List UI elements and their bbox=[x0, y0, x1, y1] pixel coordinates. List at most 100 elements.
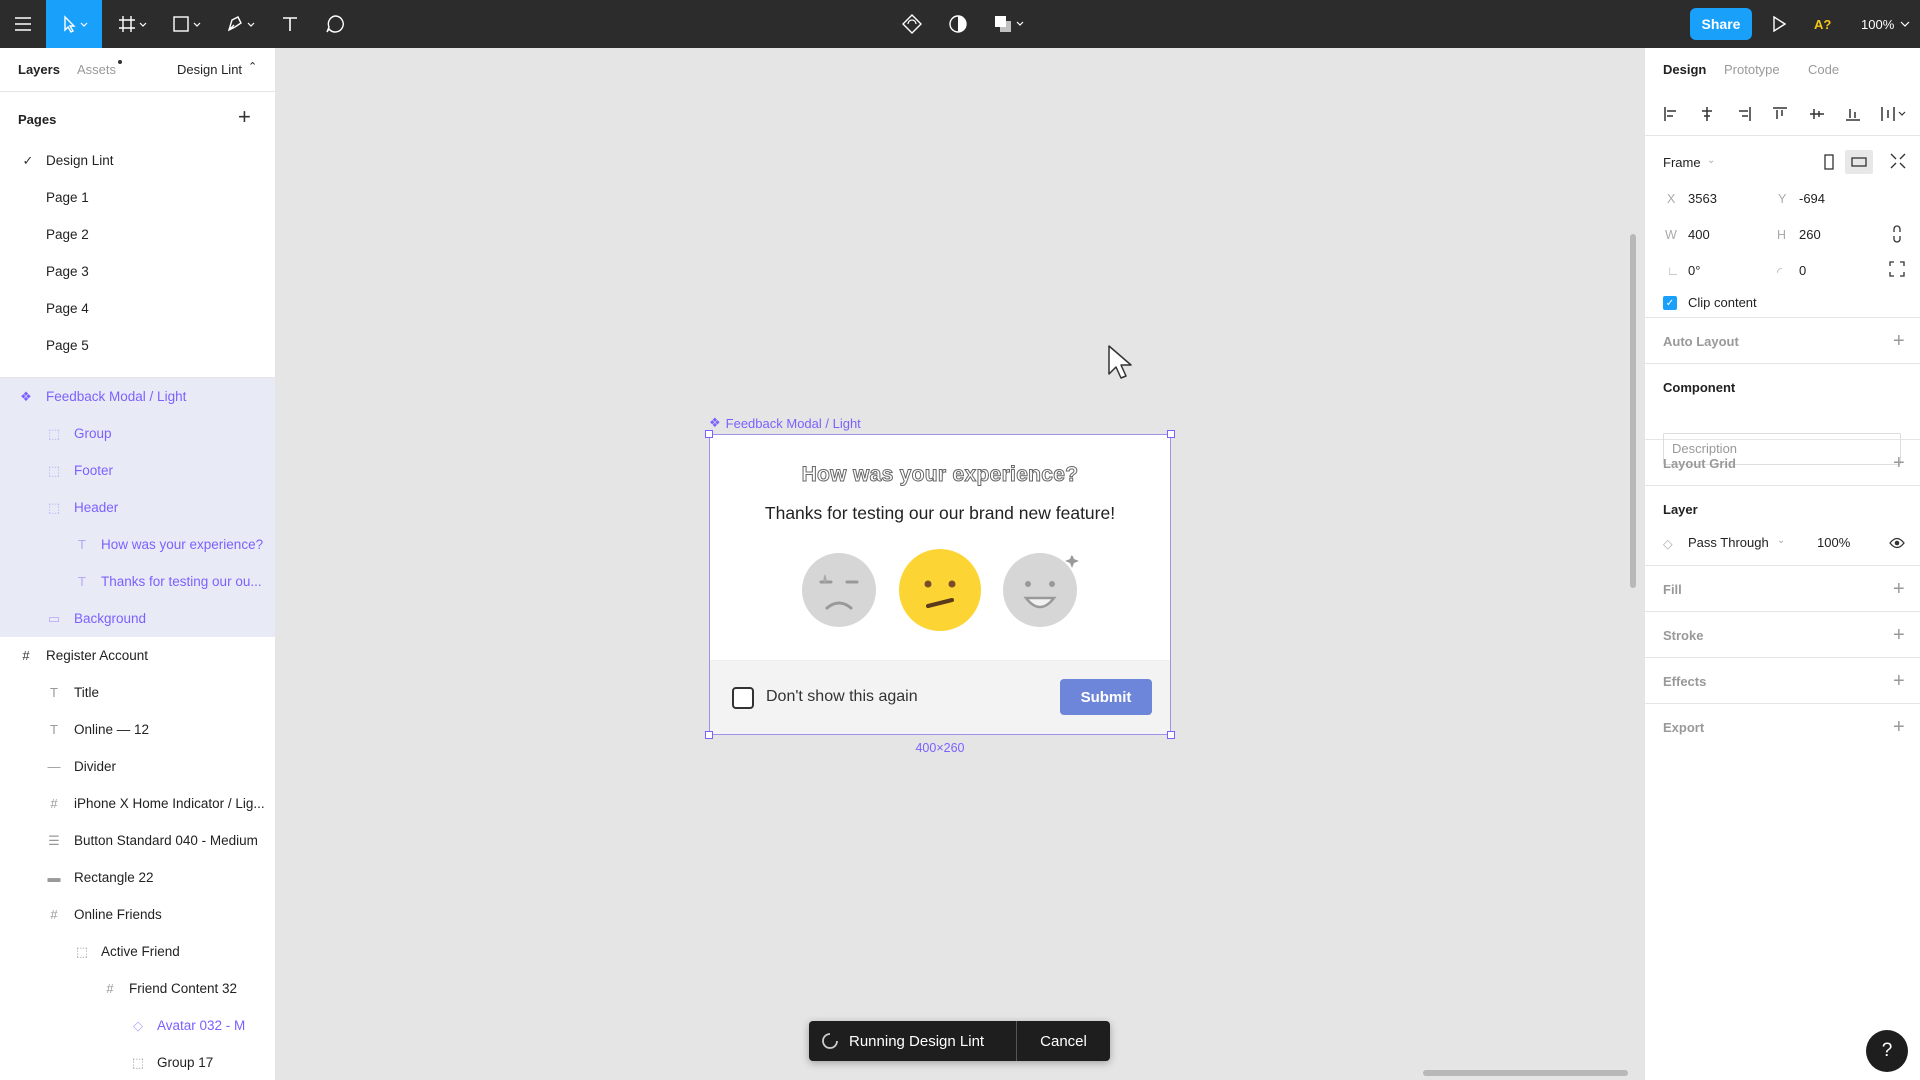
add-auto-layout-plus-icon[interactable]: + bbox=[1893, 331, 1905, 351]
align-left-icon[interactable] bbox=[1661, 104, 1681, 124]
tab-layers[interactable]: Layers bbox=[18, 62, 60, 77]
portrait-icon[interactable] bbox=[1815, 150, 1843, 174]
horizontal-scrollbar[interactable] bbox=[1423, 1070, 1628, 1076]
layer-title[interactable]: T Title bbox=[0, 674, 275, 711]
frame-name-label[interactable]: ❖ Feedback Modal / Light bbox=[709, 415, 861, 431]
blend-mode-dropdown[interactable]: Pass Through bbox=[1688, 535, 1769, 550]
rotation-input[interactable]: 0° bbox=[1688, 263, 1700, 278]
page-item-page-5[interactable]: Page 5 bbox=[0, 327, 275, 364]
page-item-page-1[interactable]: Page 1 bbox=[0, 179, 275, 216]
layer-iphone-indicator[interactable]: # iPhone X Home Indicator / Lig... bbox=[0, 785, 275, 822]
clip-content-checkbox[interactable]: ✓ bbox=[1663, 296, 1677, 310]
pen-tool-button[interactable] bbox=[220, 0, 264, 48]
page-item-page-3[interactable]: Page 3 bbox=[0, 253, 275, 290]
zoom-dropdown[interactable]: 100% bbox=[1861, 0, 1911, 48]
tab-design[interactable]: Design bbox=[1663, 62, 1706, 77]
align-top-icon[interactable] bbox=[1770, 104, 1790, 124]
layer-friend-content[interactable]: # Friend Content 32 bbox=[0, 970, 275, 1007]
shape-tool-button[interactable] bbox=[166, 0, 210, 48]
frame-tool-button[interactable] bbox=[112, 0, 156, 48]
page-dropdown[interactable]: Design Lint bbox=[177, 62, 242, 77]
help-button[interactable]: ? bbox=[1866, 1030, 1908, 1072]
layer-rectangle-22[interactable]: ▬ Rectangle 22 bbox=[0, 859, 275, 896]
resize-handle-bottom-left[interactable] bbox=[705, 731, 713, 739]
w-input[interactable]: 400 bbox=[1688, 227, 1710, 242]
page-item-page-4[interactable]: Page 4 bbox=[0, 290, 275, 327]
blend-mode-icon: ◇ bbox=[1663, 537, 1673, 551]
align-bottom-icon[interactable] bbox=[1843, 104, 1863, 124]
sad-face-icon[interactable] bbox=[801, 552, 877, 628]
layer-register-account[interactable]: # Register Account bbox=[0, 637, 275, 674]
h-input[interactable]: 260 bbox=[1799, 227, 1821, 242]
tab-assets[interactable]: Assets bbox=[77, 62, 116, 77]
layer-text-title[interactable]: T How was your experience? bbox=[0, 526, 275, 563]
layer-button-standard[interactable]: ☰ Button Standard 040 - Medium bbox=[0, 822, 275, 859]
text-tool-button[interactable] bbox=[276, 0, 304, 48]
layer-background[interactable]: ▭ Background bbox=[0, 600, 275, 637]
align-right-icon[interactable] bbox=[1734, 104, 1754, 124]
y-input[interactable]: -694 bbox=[1799, 191, 1825, 206]
contrast-icon[interactable] bbox=[944, 0, 972, 48]
cancel-lint-button[interactable]: Cancel bbox=[1017, 1033, 1110, 1050]
layer-group-17[interactable]: ⬚ Group 17 bbox=[0, 1044, 275, 1080]
add-page-plus-icon[interactable]: + bbox=[238, 106, 251, 128]
component-swap-icon[interactable] bbox=[898, 0, 926, 48]
chevron-up-icon[interactable]: ⌃ bbox=[248, 60, 257, 73]
page-item-page-2[interactable]: Page 2 bbox=[0, 216, 275, 253]
independent-corners-icon[interactable] bbox=[1889, 261, 1905, 280]
eye-icon[interactable] bbox=[1889, 536, 1905, 552]
layer-header[interactable]: ⬚ Header bbox=[0, 489, 275, 526]
layer-online-friends[interactable]: # Online Friends bbox=[0, 896, 275, 933]
resize-handle-top-right[interactable] bbox=[1167, 430, 1175, 438]
layer-group[interactable]: ⬚ Group bbox=[0, 415, 275, 452]
add-effect-plus-icon[interactable]: + bbox=[1893, 671, 1905, 691]
layer-feedback-modal[interactable]: ❖ Feedback Modal / Light bbox=[0, 378, 275, 415]
comment-tool-button[interactable] bbox=[320, 0, 350, 48]
layer-label: Divider bbox=[74, 759, 117, 774]
layer-active-friend[interactable]: ⬚ Active Friend bbox=[0, 933, 275, 970]
tab-prototype[interactable]: Prototype bbox=[1724, 62, 1780, 77]
add-export-plus-icon[interactable]: + bbox=[1893, 717, 1905, 737]
add-fill-plus-icon[interactable]: + bbox=[1893, 579, 1905, 599]
instance-icon: ◇ bbox=[133, 1017, 143, 1033]
x-input[interactable]: 3563 bbox=[1688, 191, 1717, 206]
add-layout-grid-plus-icon[interactable]: + bbox=[1893, 453, 1905, 473]
layer-divider[interactable]: — Divider bbox=[0, 748, 275, 785]
layer-label: Friend Content 32 bbox=[129, 981, 238, 996]
distribute-icon[interactable] bbox=[1879, 104, 1909, 124]
tab-code[interactable]: Code bbox=[1808, 62, 1839, 77]
submit-button[interactable]: Submit bbox=[1060, 679, 1152, 715]
add-stroke-plus-icon[interactable]: + bbox=[1893, 625, 1905, 645]
main-menu-icon[interactable] bbox=[8, 0, 38, 48]
align-horizontal-center-icon[interactable] bbox=[1697, 104, 1717, 124]
corner-radius-input[interactable]: 0 bbox=[1799, 263, 1806, 278]
share-button[interactable]: Share bbox=[1690, 8, 1752, 40]
layer-online[interactable]: T Online — 12 bbox=[0, 711, 275, 748]
layer-text-subtitle[interactable]: T Thanks for testing our ou... bbox=[0, 563, 275, 600]
opacity-input[interactable]: 100% bbox=[1817, 535, 1850, 550]
landscape-icon[interactable] bbox=[1845, 150, 1873, 174]
component-section: Component bbox=[1645, 364, 1920, 440]
frame-type-dropdown[interactable]: Frame bbox=[1663, 155, 1701, 170]
frame-section: Frame ⌄ X 3563 Y -694 W 400 H 260 ∟ 0° ◜… bbox=[1645, 136, 1920, 318]
layer-avatar[interactable]: ◇ Avatar 032 - M bbox=[0, 1007, 275, 1044]
feedback-modal-frame[interactable]: How was your experience? Thanks for test… bbox=[705, 430, 1175, 739]
resize-handle-top-left[interactable] bbox=[705, 430, 713, 438]
boolean-ops-icon[interactable] bbox=[990, 0, 1030, 48]
move-tool-button[interactable] bbox=[46, 0, 102, 48]
text-layer-icon: T bbox=[50, 722, 58, 737]
resize-to-fit-icon[interactable] bbox=[1889, 152, 1907, 173]
layer-footer[interactable]: ⬚ Footer bbox=[0, 452, 275, 489]
happy-face-icon[interactable] bbox=[1002, 548, 1092, 638]
resize-handle-bottom-right[interactable] bbox=[1167, 731, 1175, 739]
canvas[interactable]: ❖ Feedback Modal / Light How was your ex… bbox=[277, 48, 1644, 1080]
constrain-proportions-icon[interactable] bbox=[1891, 224, 1903, 247]
align-vertical-center-icon[interactable] bbox=[1807, 104, 1827, 124]
present-play-icon[interactable] bbox=[1768, 0, 1790, 48]
page-item-design-lint[interactable]: ✓ Design Lint bbox=[0, 142, 275, 179]
neutral-face-icon[interactable] bbox=[898, 548, 982, 632]
group-icon: ⬚ bbox=[131, 1054, 145, 1070]
dont-show-checkbox[interactable] bbox=[732, 687, 754, 709]
user-avatar-initials[interactable]: A? bbox=[1814, 0, 1831, 48]
vertical-scrollbar[interactable] bbox=[1630, 234, 1636, 588]
